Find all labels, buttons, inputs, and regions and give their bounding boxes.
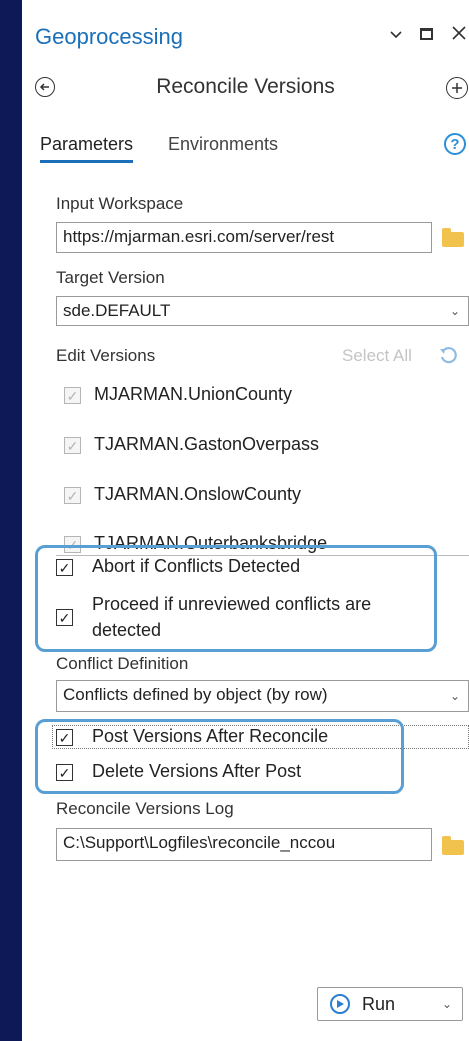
- abort-if-conflicts-label: Abort if Conflicts Detected: [92, 556, 301, 576]
- edit-version-checkbox[interactable]: ✓: [64, 437, 81, 454]
- plus-icon[interactable]: [446, 77, 468, 99]
- post-versions-label: Post Versions After Reconcile: [92, 726, 329, 746]
- proceed-if-unreviewed-label: Proceed if unreviewed conflicts are: [92, 594, 372, 614]
- browse-folder-icon[interactable]: [442, 228, 464, 247]
- abort-if-conflicts-checkbox[interactable]: ✓: [56, 559, 73, 576]
- tab-parameters[interactable]: Parameters: [40, 134, 134, 163]
- chevron-down-icon[interactable]: [388, 26, 404, 47]
- target-version-dropdown[interactable]: sde.DEFAULT ⌄: [56, 296, 469, 326]
- help-icon[interactable]: ?: [444, 133, 466, 155]
- reconcile-log-field[interactable]: C:\Support\Logfiles\reconcile_nccou: [56, 828, 432, 861]
- tab-environments[interactable]: Environments: [168, 134, 278, 155]
- reconcile-log-label: Reconcile Versions Log: [56, 799, 234, 818]
- post-versions-checkbox[interactable]: ✓: [56, 729, 73, 746]
- reset-icon[interactable]: [438, 345, 458, 370]
- browse-folder-icon[interactable]: [442, 836, 464, 855]
- edit-version-label: TJARMAN.OnslowCounty: [94, 484, 302, 504]
- chevron-down-icon: ⌄: [449, 689, 460, 703]
- maximize-icon[interactable]: [420, 28, 433, 40]
- edit-version-checkbox[interactable]: ✓: [64, 487, 81, 504]
- edit-version-label: TJARMAN.GastonOverpass: [94, 434, 320, 454]
- select-all-link[interactable]: Select All: [342, 346, 412, 366]
- target-version-value: sde.DEFAULT: [63, 301, 171, 320]
- target-version-label: Target Version: [56, 268, 165, 287]
- pane-title: Geoprocessing: [35, 24, 183, 49]
- play-icon: [330, 994, 350, 1014]
- chevron-down-icon[interactable]: ⌄: [442, 997, 452, 1011]
- conflict-definition-label: Conflict Definition: [56, 654, 189, 673]
- input-workspace-label: Input Workspace: [56, 194, 184, 213]
- conflict-definition-dropdown[interactable]: Conflicts defined by object (by row) ⌄: [56, 680, 469, 712]
- input-workspace-field[interactable]: https://mjarman.esri.com/server/rest: [56, 222, 432, 253]
- edit-versions-label: Edit Versions: [56, 346, 156, 365]
- run-button[interactable]: Run ⌄: [317, 987, 463, 1021]
- geoprocessing-pane: Geoprocessing Reconcile Versions Paramet…: [22, 0, 469, 1041]
- chevron-down-icon: ⌄: [449, 304, 460, 318]
- delete-versions-label: Delete Versions After Post: [92, 761, 302, 781]
- run-label: Run: [362, 994, 396, 1014]
- delete-versions-checkbox[interactable]: ✓: [56, 764, 73, 781]
- proceed-if-unreviewed-checkbox[interactable]: ✓: [56, 609, 73, 626]
- close-icon[interactable]: [450, 24, 468, 47]
- tool-title: Reconcile Versions: [156, 75, 335, 98]
- edit-version-label: MJARMAN.UnionCounty: [94, 384, 293, 404]
- conflict-definition-value: Conflicts defined by object (by row): [63, 685, 328, 704]
- app-frame: Geoprocessing Reconcile Versions Paramet…: [0, 0, 469, 1041]
- proceed-if-unreviewed-label-cont: detected: [92, 620, 162, 640]
- edit-version-checkbox[interactable]: ✓: [64, 387, 81, 404]
